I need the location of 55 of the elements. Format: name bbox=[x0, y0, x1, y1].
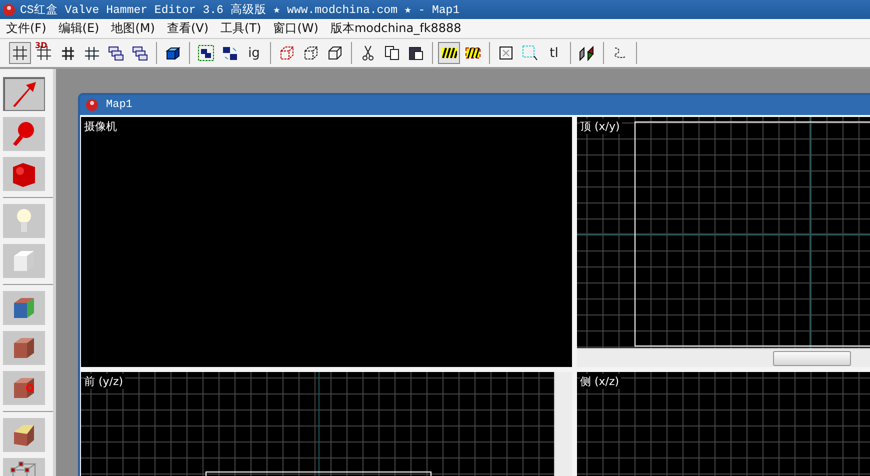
menu-item[interactable]: 文件(F) bbox=[0, 20, 52, 37]
faces-icon bbox=[579, 45, 595, 61]
tool-button[interactable] bbox=[3, 331, 45, 365]
toolbar-button[interactable] bbox=[438, 42, 460, 64]
copy-icon bbox=[384, 45, 400, 61]
horizontal-scrollbar[interactable] bbox=[577, 348, 870, 367]
viewport-label: 侧 (x/z) bbox=[580, 374, 622, 389]
grid-icon bbox=[12, 45, 28, 61]
ungroup-icon bbox=[222, 45, 238, 61]
menu-item[interactable]: 窗口(W) bbox=[267, 20, 324, 37]
app-icon bbox=[2, 2, 16, 16]
hatch-icon bbox=[441, 45, 457, 61]
hatch-icon bbox=[465, 45, 481, 61]
map-window-title: Map1 bbox=[106, 99, 132, 111]
cube-outline-icon bbox=[279, 45, 295, 61]
menu-item[interactable]: 查看(V) bbox=[160, 20, 215, 37]
viewport[interactable]: 前 (y/z) bbox=[81, 372, 572, 476]
tool-button[interactable] bbox=[3, 371, 45, 405]
grid-icon bbox=[60, 45, 76, 61]
tool-button[interactable] bbox=[3, 418, 45, 452]
toolbar-button[interactable]: ig bbox=[243, 42, 265, 64]
toolbar-button[interactable]: 3D bbox=[33, 42, 55, 64]
cube-icon bbox=[165, 45, 181, 61]
toolbar-button[interactable] bbox=[195, 42, 217, 64]
menu-item[interactable]: 编辑(E) bbox=[52, 20, 106, 37]
menu-item[interactable]: 工具(T) bbox=[214, 20, 268, 37]
selection-icon bbox=[522, 45, 538, 61]
viewport-label: 前 (y/z) bbox=[84, 374, 126, 389]
map-icon bbox=[84, 98, 100, 112]
viewport-label: 摄像机 bbox=[84, 119, 119, 134]
cube-outline-icon bbox=[327, 45, 343, 61]
viewport[interactable]: 摄像机 bbox=[81, 117, 572, 367]
tool-button[interactable] bbox=[3, 117, 45, 151]
tool-button[interactable] bbox=[3, 157, 45, 191]
group-icon bbox=[198, 45, 214, 61]
toolbar-button[interactable] bbox=[9, 42, 31, 64]
stacked-boxes-icon bbox=[132, 45, 148, 61]
paste-icon bbox=[408, 45, 424, 61]
grid-icon bbox=[84, 45, 100, 61]
viewport-label: 顶 (x/y) bbox=[580, 119, 622, 134]
stacked-boxes-icon bbox=[108, 45, 124, 61]
menu-item[interactable]: 版本modchina_fk8888 bbox=[324, 20, 468, 37]
scroll-thumb[interactable] bbox=[773, 351, 851, 366]
path-icon bbox=[612, 45, 628, 61]
viewport[interactable]: 侧 (x/z) bbox=[577, 372, 870, 476]
toolbar-button[interactable]: tl bbox=[543, 42, 565, 64]
viewport[interactable]: 顶 (x/y) bbox=[577, 117, 870, 367]
window-title: CS红盒 Valve Hammer Editor 3.6 高级版 ★ www.modchina.com ★ - Map1 bbox=[20, 2, 460, 17]
menu-item[interactable]: 地图(M) bbox=[105, 20, 161, 37]
button-label: 3D bbox=[35, 41, 48, 50]
cube-outline-icon bbox=[303, 45, 319, 61]
tool-button[interactable] bbox=[3, 77, 45, 111]
tool-button[interactable] bbox=[3, 291, 45, 325]
scissors-icon bbox=[360, 45, 376, 61]
box-icon bbox=[498, 45, 514, 61]
